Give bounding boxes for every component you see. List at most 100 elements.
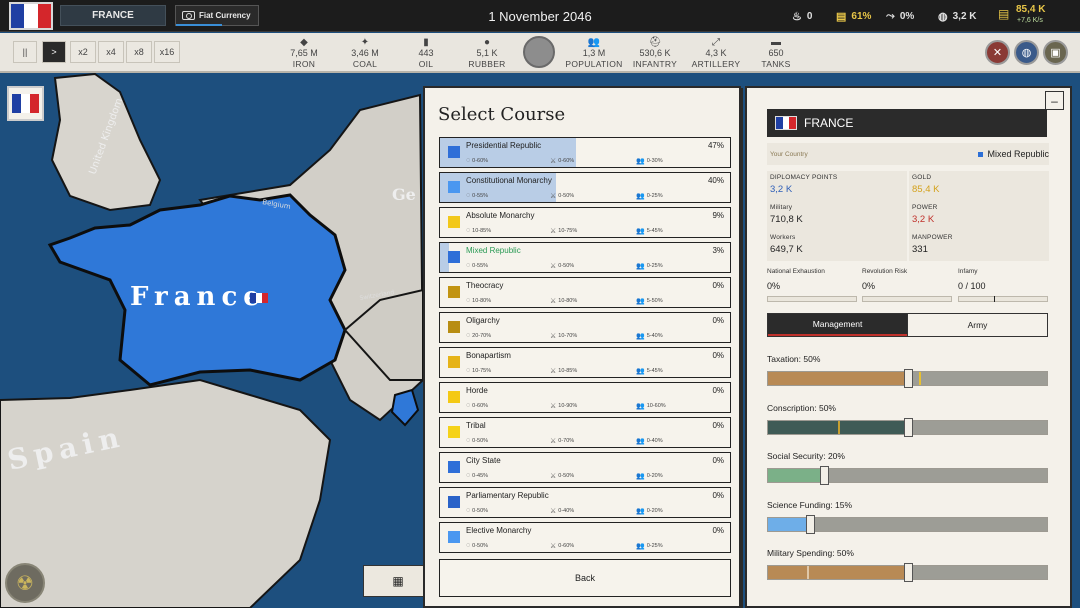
map-label-germany: Ge xyxy=(392,185,416,204)
currency-button[interactable]: Fiat Currency xyxy=(175,5,259,26)
slider-label: Social Security: 20% xyxy=(767,451,845,461)
government-stat-value: 0-50% xyxy=(472,507,489,514)
resource-value: 5,1 K xyxy=(476,48,498,58)
slider-handle[interactable] xyxy=(903,417,913,437)
government-stat: 👥 0-25% xyxy=(636,192,663,200)
government-percent: 0% xyxy=(712,526,724,535)
country-stat-label: MANPOWER xyxy=(912,234,953,241)
back-button[interactable]: Back xyxy=(439,559,731,597)
population-icon: 👥 xyxy=(636,403,645,410)
government-name: Constitutional Monarchy xyxy=(466,176,552,185)
government-stat: ◌ 0-60% xyxy=(466,402,488,409)
government-name: Bonapartism xyxy=(466,351,511,360)
speed-button[interactable]: x16 xyxy=(154,41,180,63)
government-stat-value: 0-55% xyxy=(472,192,489,199)
resource-circle-icon[interactable] xyxy=(523,36,555,68)
military-icon: ⚔ xyxy=(550,438,557,445)
slider-handle[interactable] xyxy=(903,369,913,388)
government-stat-value: 0-45% xyxy=(472,472,489,479)
government-option[interactable]: Constitutional Monarchy 40% ◌ 0-55% ⚔ 0-50% 👥 0… xyxy=(439,172,731,203)
policy-slider[interactable] xyxy=(767,514,1048,534)
government-stat: 👥 5-45% xyxy=(636,227,663,235)
government-option[interactable]: Theocracy 0% ◌ 10-80% ⚔ 10-80% 👥 5-50% xyxy=(439,277,731,308)
policy-slider[interactable] xyxy=(767,466,1048,485)
government-stat: ⚔ 0-70% xyxy=(550,437,574,445)
speed-button[interactable]: x8 xyxy=(126,41,152,63)
military-icon: ⚔ xyxy=(550,473,557,480)
map-flag-button[interactable] xyxy=(7,86,44,121)
resource-value: 530,6 K xyxy=(639,48,671,58)
government-option[interactable]: City State 0% ◌ 0-45% ⚔ 0-50% 👥 0-20% xyxy=(439,452,731,483)
government-stat-value: 0-60% xyxy=(558,543,575,549)
tab-management[interactable]: Management xyxy=(768,314,907,336)
country-stat-value: 85,4 K xyxy=(912,184,940,195)
government-stat: 👥 10-60% xyxy=(636,402,666,410)
diplomacy-globe-button[interactable]: ◍ xyxy=(1014,40,1039,65)
meter-label: National Exhaustion xyxy=(767,268,825,275)
country-flag-icon[interactable] xyxy=(9,2,53,30)
government-percent: 0% xyxy=(712,491,724,500)
government-name: Elective Monarchy xyxy=(466,526,532,535)
government-name: Tribal xyxy=(466,421,486,430)
government-option[interactable]: Horde 0% ◌ 0-60% ⚔ 10-90% 👥 10-60% xyxy=(439,382,731,413)
government-option[interactable]: Mixed Republic 3% ◌ 0-55% ⚔ 0-50% 👥 0-25% xyxy=(439,242,731,273)
government-stat-value: 0-40% xyxy=(558,508,575,514)
tab-army[interactable]: Army xyxy=(907,314,1047,336)
trade-button[interactable]: ▣ xyxy=(1043,40,1068,65)
stability-icon: ◌ xyxy=(466,437,471,444)
scrollbar[interactable] xyxy=(739,88,743,608)
policy-slider[interactable] xyxy=(767,417,1048,437)
government-name: Oligarchy xyxy=(466,316,500,325)
resource-label: ARTILLERY xyxy=(691,59,741,69)
country-stat: Workers 649,7 K xyxy=(767,231,907,261)
meter-label: Revolution Risk xyxy=(862,268,908,275)
meter-tick xyxy=(994,296,995,302)
government-option[interactable]: Absolute Monarchy 9% ◌ 10-85% ⚔ 10-75% 👥 5-45% xyxy=(439,207,731,238)
topbar-stat-value: 0 xyxy=(806,10,813,22)
policy-slider[interactable] xyxy=(767,563,1048,582)
government-stat-value: 10-60% xyxy=(646,403,666,409)
slider-handle[interactable] xyxy=(819,466,829,485)
government-option[interactable]: Presidential Republic 47% ◌ 0-60% ⚔ 0-60% 👥 0-3… xyxy=(439,137,731,168)
speed-button[interactable]: x4 xyxy=(98,41,124,63)
slider-label: Conscription: 50% xyxy=(767,402,836,413)
stability-icon: ◌ xyxy=(466,367,471,374)
government-stat-value: 10-70% xyxy=(558,333,578,339)
stability-icon: ◌ xyxy=(466,262,471,269)
population-icon: 👥 xyxy=(636,368,645,375)
country-stat: MANPOWER 331 xyxy=(909,231,1049,261)
government-stat-value: 0-60% xyxy=(472,402,489,409)
top-bar: FRANCE Fiat Currency 1 November 2046 ♨ 0 ▤… xyxy=(0,0,1080,32)
government-label: Mixed Republic xyxy=(987,149,1049,159)
policy-slider[interactable] xyxy=(767,369,1048,388)
government-stat-value: 5-45% xyxy=(646,368,663,374)
slider-handle[interactable] xyxy=(903,563,913,582)
government-stat-value: 0-25% xyxy=(646,263,663,269)
government-stat: ⚔ 10-85% xyxy=(550,367,577,375)
infantry-icon: ⛑ xyxy=(648,37,662,48)
minimize-button[interactable]: – xyxy=(1045,91,1064,110)
speed-button[interactable]: x2 xyxy=(70,41,96,63)
select-course-title: Select Course xyxy=(438,104,566,125)
stability-icon: ◌ xyxy=(466,297,471,304)
government-stat-value: 0-20% xyxy=(646,473,663,479)
slider-handle[interactable] xyxy=(805,514,815,534)
government-option[interactable]: Bonapartism 0% ◌ 10-75% ⚔ 10-85% 👥 5-45% xyxy=(439,347,731,378)
government-option[interactable]: Tribal 0% ◌ 0-50% ⚔ 0-70% 👥 0-40% xyxy=(439,417,731,448)
country-stat-label: Workers xyxy=(770,234,796,241)
country-panel: – FRANCE Your Country Mixed Republic DIP… xyxy=(745,86,1072,608)
government-option[interactable]: Parliamentary Republic 0% ◌ 0-50% ⚔ 0-40% 👥 0-2… xyxy=(439,487,731,518)
france-flag-icon xyxy=(11,94,40,113)
war-button[interactable]: ✕ xyxy=(985,40,1010,65)
speed-button[interactable]: > xyxy=(42,41,66,63)
country-name-button[interactable]: FRANCE xyxy=(60,5,166,26)
speed-button[interactable]: || xyxy=(13,41,37,63)
resource-label: POPULATION xyxy=(565,59,623,69)
government-option[interactable]: Oligarchy 0% ◌ 20-70% ⚔ 10-70% 👥 5-40% xyxy=(439,312,731,343)
government-stat: ⚔ 10-90% xyxy=(550,402,577,410)
government-color-icon xyxy=(448,426,460,438)
resource-value: 7,65 M xyxy=(290,48,318,58)
government-option[interactable]: Elective Monarchy 0% ◌ 0-50% ⚔ 0-60% 👥 0-25% xyxy=(439,522,731,553)
country-stat: GOLD 85,4 K xyxy=(909,171,1049,201)
nuclear-icon[interactable]: ☢ xyxy=(5,563,45,603)
